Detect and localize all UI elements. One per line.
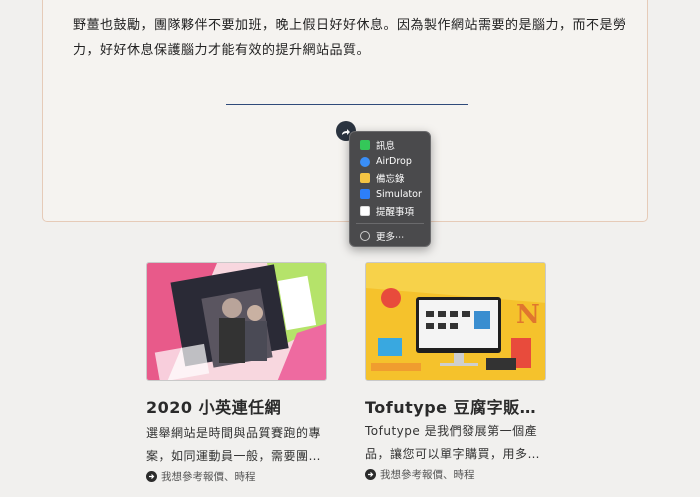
menu-item-label: 提醒事項: [376, 206, 415, 218]
portfolio-card[interactable]: N Tofutype 豆腐字販… Tofutype 是我們發展第一個產品，讓您可…: [365, 262, 546, 481]
article-paragraph: 野薑也鼓勵，團隊夥伴不要加班，晚上假日好好休息。因為製作網站需要的是腦力，而不是…: [73, 18, 627, 58]
portfolio-card[interactable]: 2020 小英連任網 選舉網站是時間與品質賽跑的專案，如同運動員一般，需要團… …: [146, 262, 327, 483]
card-thumbnail[interactable]: N: [365, 262, 546, 381]
article-box: 野薑也鼓勵，團隊夥伴不要加班，晚上假日好好休息。因為製作網站需要的是腦力，而不是…: [42, 0, 648, 222]
messages-icon: [360, 140, 370, 151]
quote-link-label: 我想參考報價、時程: [380, 469, 475, 481]
share-menu-item-more[interactable]: 更多⋯: [350, 228, 430, 244]
menu-item-label: AirDrop: [376, 156, 412, 168]
divider: [226, 104, 468, 105]
more-icon: [360, 231, 370, 242]
share-menu-item-simulator[interactable]: Simulator: [350, 186, 430, 202]
menu-item-label: 更多⋯: [376, 232, 405, 244]
card-description: Tofutype 是我們發展第一個產品，讓您可以單字購買，用多…: [365, 424, 541, 461]
card-thumbnail[interactable]: [146, 262, 327, 381]
card-title[interactable]: Tofutype 豆腐字販…: [365, 394, 536, 418]
share-menu-item-airdrop[interactable]: AirDrop: [350, 153, 430, 169]
quote-link[interactable]: 我想參考報價、時程: [365, 467, 475, 482]
share-menu-item-reminders[interactable]: 提醒事項: [350, 203, 430, 219]
arrow-right-icon: [365, 469, 376, 480]
airdrop-icon: [360, 156, 370, 167]
svg-text:N: N: [516, 300, 540, 330]
menu-item-label: Simulator: [376, 188, 422, 200]
card-title[interactable]: 2020 小英連任網: [146, 394, 281, 418]
share-menu-item-messages[interactable]: 訊息: [350, 137, 430, 153]
quote-link-label: 我想參考報價、時程: [161, 471, 256, 483]
reminders-icon: [360, 205, 370, 216]
menu-item-label: 備忘錄: [376, 173, 405, 185]
share-menu: 訊息 AirDrop 備忘錄 Simulator 提醒事項 更多⋯: [349, 131, 431, 247]
menu-separator: [356, 222, 424, 224]
arrow-right-icon: [146, 471, 157, 482]
share-menu-item-notes[interactable]: 備忘錄: [350, 170, 430, 186]
notes-icon: [360, 172, 370, 183]
menu-item-label: 訊息: [376, 141, 396, 153]
quote-link[interactable]: 我想參考報價、時程: [146, 469, 256, 484]
simulator-icon: [360, 189, 370, 200]
card-description: 選舉網站是時間與品質賽跑的專案，如同運動員一般，需要團…: [146, 426, 322, 463]
